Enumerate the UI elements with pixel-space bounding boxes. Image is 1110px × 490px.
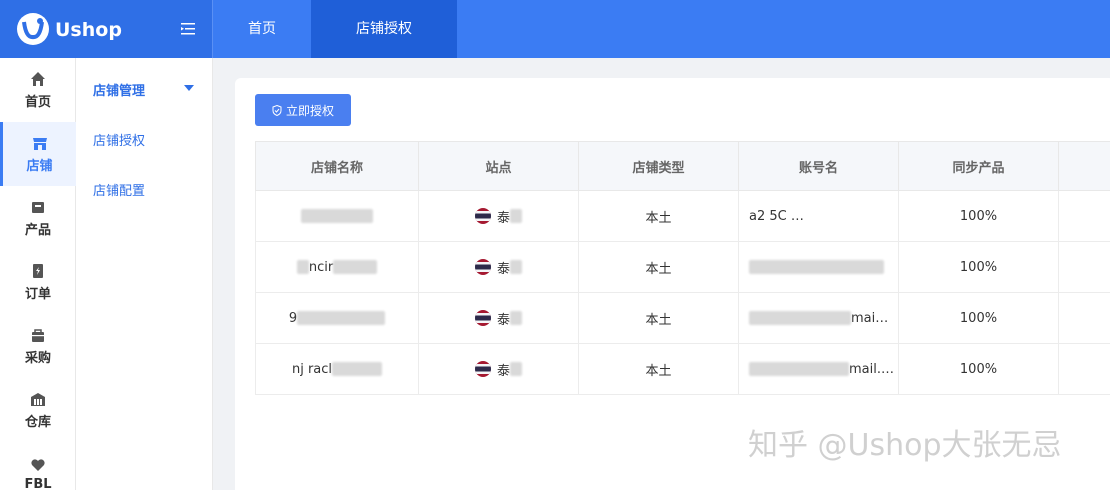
store-table: 店铺名称 站点 店铺类型 账号名 同步产品 泰 本土 a2 5C … 100% … — [255, 141, 1110, 395]
sync-cell: 100% — [898, 292, 1059, 344]
store-type-cell: 本土 — [578, 292, 739, 344]
sync-cell: 100% — [898, 343, 1059, 395]
site-label: 泰 — [496, 261, 510, 277]
thailand-flag-icon — [474, 208, 491, 224]
table-header-row: 店铺名称 站点 店铺类型 账号名 同步产品 — [255, 141, 1110, 191]
table-row[interactable]: nj racl 泰 本土 mail.… 100% — [255, 343, 1110, 395]
heart-icon — [31, 458, 45, 471]
site-cell: 泰 — [418, 343, 579, 395]
thailand-flag-icon — [474, 310, 491, 326]
store-name-cell: nj racl — [255, 343, 419, 395]
rail-item-store[interactable]: 店铺 — [0, 122, 76, 186]
account-cell — [738, 241, 899, 293]
column-header-store-type: 店铺类型 — [578, 141, 739, 191]
store-type-cell: 本土 — [578, 190, 739, 242]
column-header-account: 账号名 — [738, 141, 899, 191]
rail-item-orders[interactable]: 订单 — [0, 250, 76, 314]
rail-label: 订单 — [24, 286, 51, 302]
extra-cell — [1058, 343, 1110, 395]
top-nav: 首页 店铺授权 — [213, 0, 457, 58]
home-icon — [31, 71, 45, 86]
top-tab-store-auth[interactable]: 店铺授权 — [311, 0, 457, 58]
thailand-flag-icon — [474, 259, 491, 275]
redacted-text — [301, 209, 373, 223]
rail-label: 产品 — [24, 222, 51, 238]
redacted-text — [749, 362, 849, 376]
sidebar-rail: 首页 店铺 产品 订单 采购 仓库 FBL — [0, 58, 76, 490]
table-row[interactable]: 9 泰 本土 mai… 100% — [255, 292, 1110, 344]
store-name-cell: ncir — [255, 241, 419, 293]
sync-cell: 100% — [898, 190, 1059, 242]
redacted-text — [296, 260, 309, 274]
store-type-cell: 本土 — [578, 343, 739, 395]
redacted-text — [749, 311, 851, 325]
watermark: 知乎 @Ushop大张无忌 — [748, 428, 1062, 463]
rail-label: 仓库 — [24, 414, 51, 430]
bag-icon — [32, 328, 44, 342]
store-name-cell — [255, 190, 419, 242]
site-label: 泰 — [496, 363, 510, 379]
extra-cell — [1058, 292, 1110, 344]
rail-item-fbl[interactable]: FBL — [0, 442, 76, 490]
site-cell: 泰 — [418, 190, 579, 242]
store-name-cell: 9 — [255, 292, 419, 344]
account-cell: mail.… — [738, 343, 899, 395]
top-bar: Ushop 首页 店铺授权 — [0, 0, 1110, 58]
brand-name: Ushop — [55, 19, 122, 41]
extra-cell — [1058, 190, 1110, 242]
authorize-now-label: 立即授权 — [285, 103, 334, 118]
warehouse-icon — [31, 392, 45, 406]
sync-cell: 100% — [898, 241, 1059, 293]
redacted-text — [510, 260, 522, 274]
column-header-store-name: 店铺名称 — [255, 141, 419, 191]
shield-check-icon — [272, 104, 282, 116]
rail-label: FBL — [24, 476, 52, 490]
menu-collapse-icon[interactable] — [180, 21, 196, 37]
account-cell: mai… — [738, 292, 899, 344]
redacted-text — [749, 260, 884, 274]
redacted-text — [333, 260, 378, 274]
submenu-item-store-auth[interactable]: 店铺授权 — [93, 130, 145, 149]
column-header-sync: 同步产品 — [898, 141, 1059, 191]
redacted-text — [510, 209, 522, 223]
rail-label: 首页 — [24, 94, 51, 110]
rail-label: 采购 — [24, 350, 51, 366]
top-tab-home[interactable]: 首页 — [213, 0, 311, 58]
brand-area: Ushop — [0, 0, 213, 58]
store-icon — [32, 137, 47, 150]
submenu-item-store-config[interactable]: 店铺配置 — [93, 180, 145, 199]
table-row[interactable]: 泰 本土 a2 5C … 100% — [255, 190, 1110, 242]
rail-item-products[interactable]: 产品 — [0, 186, 76, 250]
rail-item-purchase[interactable]: 采购 — [0, 314, 76, 378]
redacted-text — [510, 311, 522, 325]
column-header-extra — [1058, 141, 1110, 191]
redacted-text — [297, 311, 386, 325]
submenu-panel: 店铺管理 店铺授权 店铺配置 — [76, 58, 213, 490]
authorize-now-button[interactable]: 立即授权 — [255, 94, 351, 126]
thailand-flag-icon — [474, 361, 491, 377]
caret-down-icon[interactable] — [184, 85, 194, 91]
column-header-site: 站点 — [418, 141, 579, 191]
site-label: 泰 — [496, 210, 510, 226]
site-cell: 泰 — [418, 241, 579, 293]
redacted-text — [510, 362, 522, 376]
rail-item-home[interactable]: 首页 — [0, 58, 76, 122]
table-row[interactable]: ncir 泰 本土 100% — [255, 241, 1110, 293]
site-cell: 泰 — [418, 292, 579, 344]
submenu-header-store-management[interactable]: 店铺管理 — [93, 80, 145, 99]
box-icon — [32, 201, 44, 213]
account-cell: a2 5C … — [738, 190, 899, 242]
store-type-cell: 本土 — [578, 241, 739, 293]
rail-label: 店铺 — [26, 158, 53, 174]
ushop-logo-icon — [17, 13, 49, 45]
order-icon — [33, 263, 43, 278]
redacted-text — [332, 362, 383, 376]
extra-cell — [1058, 241, 1110, 293]
site-label: 泰 — [496, 312, 510, 328]
rail-item-warehouse[interactable]: 仓库 — [0, 378, 76, 442]
